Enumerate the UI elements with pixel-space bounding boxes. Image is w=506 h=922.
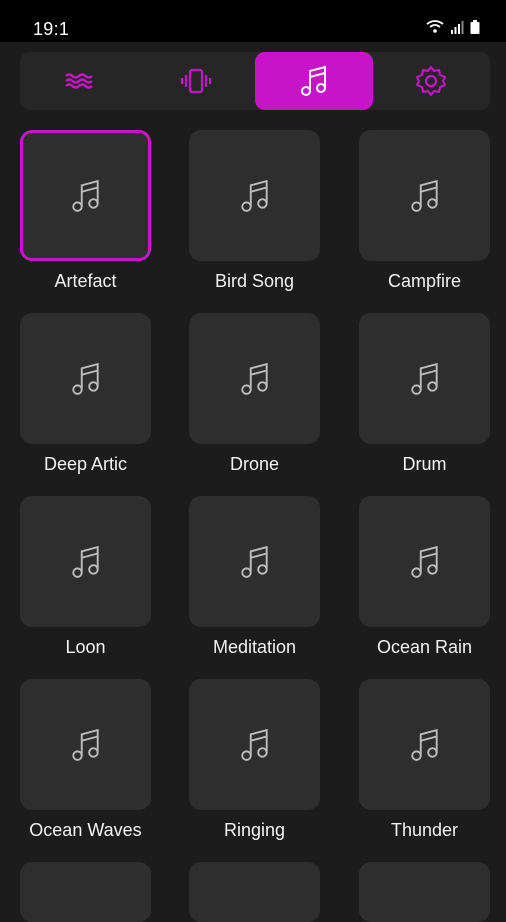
tab-settings[interactable] [372, 52, 490, 110]
sound-label: Deep Artic [43, 454, 128, 474]
status-bar: 19:1 [0, 0, 506, 42]
tab-bar [20, 52, 490, 110]
music-note-icon [240, 362, 268, 395]
sound-label: Artefact [54, 271, 117, 291]
sound-label: Meditation [212, 637, 297, 657]
sound-tile[interactable]: Ocean Rain [359, 496, 490, 657]
status-icons [426, 20, 480, 34]
music-note-icon [71, 728, 99, 761]
music-note-icon [240, 179, 268, 212]
music-note-icon [410, 545, 438, 578]
sound-tile[interactable]: Ocean Waves [20, 679, 151, 840]
tab-waves[interactable] [20, 52, 138, 110]
sound-tile[interactable]: Thunder [359, 679, 490, 840]
sound-tile[interactable]: Bird Song [189, 130, 320, 291]
sound-label: Ocean Waves [29, 820, 142, 840]
sound-tile-partial[interactable] [189, 862, 320, 922]
sound-tile[interactable]: Campfire [359, 130, 490, 291]
sound-label: Campfire [387, 271, 462, 291]
sound-tile-button[interactable] [359, 496, 490, 627]
sound-label: Bird Song [214, 271, 295, 291]
sound-tile[interactable]: Artefact [20, 130, 151, 291]
sound-label: Drum [402, 454, 447, 474]
music-note-icon [410, 362, 438, 395]
sound-label: Ocean Rain [376, 637, 473, 657]
sound-tile-button[interactable] [359, 313, 490, 444]
sound-tile[interactable]: Loon [20, 496, 151, 657]
sound-label: Ringing [223, 820, 286, 840]
battery-icon [470, 20, 480, 34]
sound-tile-button[interactable] [20, 130, 151, 261]
music-note-icon [410, 728, 438, 761]
tab-vibration[interactable] [137, 52, 255, 110]
sound-tile[interactable]: Drum [359, 313, 490, 474]
music-note-icon [71, 362, 99, 395]
sound-tile[interactable]: Drone [189, 313, 320, 474]
sound-tile-partial[interactable] [20, 862, 151, 922]
sound-tile-button[interactable] [20, 679, 151, 810]
music-note-icon [410, 179, 438, 212]
music-note-icon [71, 179, 99, 212]
sound-label: Loon [65, 637, 106, 657]
sound-tile-button[interactable] [189, 313, 320, 444]
sound-tile-button[interactable] [189, 130, 320, 261]
sound-tile-button[interactable] [189, 496, 320, 627]
wifi-icon [426, 20, 444, 33]
status-time: 19:1 [33, 19, 70, 39]
sound-tile-button[interactable] [359, 130, 490, 261]
sound-label: Drone [229, 454, 280, 474]
sound-label: Thunder [390, 820, 459, 840]
sound-tile-button[interactable] [20, 496, 151, 627]
signal-icon [451, 21, 464, 34]
sound-tile-partial[interactable] [359, 862, 490, 922]
vibration-icon [180, 68, 212, 94]
sound-tile-button[interactable] [359, 679, 490, 810]
sound-tile-button[interactable] [189, 679, 320, 810]
music-note-icon [240, 545, 268, 578]
tab-music[interactable] [255, 52, 373, 110]
music-note-icon [301, 65, 326, 96]
sound-tile[interactable]: Meditation [189, 496, 320, 657]
sound-tile-button[interactable] [20, 313, 151, 444]
waves-icon [65, 73, 93, 89]
sound-tile[interactable]: Deep Artic [20, 313, 151, 474]
gear-icon [416, 66, 446, 96]
sound-tile[interactable]: Ringing [189, 679, 320, 840]
music-note-icon [71, 545, 99, 578]
music-note-icon [240, 728, 268, 761]
